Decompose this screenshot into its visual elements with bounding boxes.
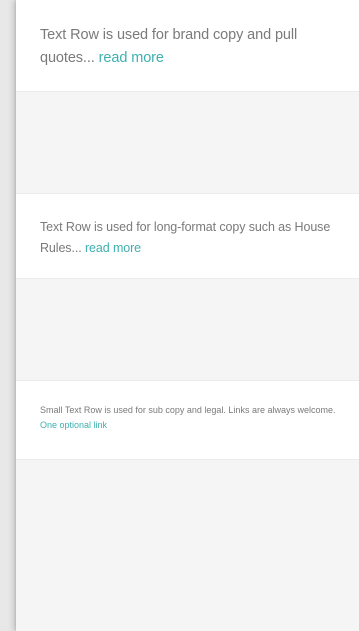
longform-text: Text Row is used for long-format copy su… <box>40 217 337 259</box>
content-panel: Text Row is used for brand copy and pull… <box>16 0 359 631</box>
small-optional-link[interactable]: One optional link <box>40 420 107 430</box>
small-copy: Small Text Row is used for sub copy and … <box>40 405 336 415</box>
screen: Text Row is used for brand copy and pull… <box>0 0 359 631</box>
brand-copy: Text Row is used for brand copy and pull… <box>40 27 298 66</box>
small-text: Small Text Row is used for sub copy and … <box>40 403 341 433</box>
text-row-brand: Text Row is used for brand copy and pull… <box>16 0 359 92</box>
text-row-small: Small Text Row is used for sub copy and … <box>16 380 359 460</box>
brand-text: Text Row is used for brand copy and pull… <box>40 24 337 70</box>
brand-read-more-link[interactable]: read more <box>99 50 164 66</box>
longform-read-more-link[interactable]: read more <box>85 241 141 255</box>
text-row-longform: Text Row is used for long-format copy su… <box>16 193 359 279</box>
longform-copy: Text Row is used for long-format copy su… <box>40 220 331 255</box>
